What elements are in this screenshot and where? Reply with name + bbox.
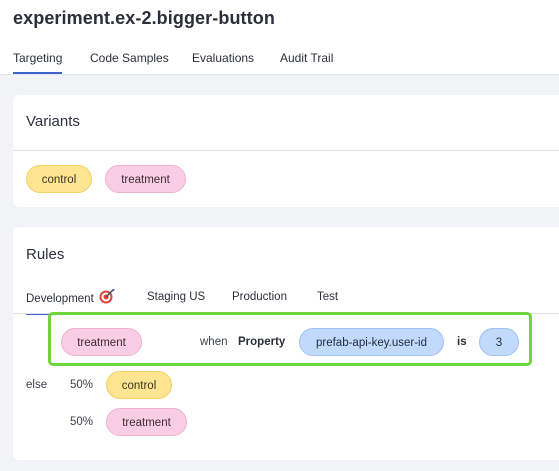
env-tab-staging-us[interactable]: Staging US [147,291,205,303]
rule-property-pill[interactable]: prefab-api-key.user-id [299,328,444,356]
else-label: else [26,379,48,391]
variants-title: Variants [26,113,80,130]
page-title: experiment.ex-2.bigger-button [13,8,275,28]
tab-code-samples[interactable]: Code Samples [90,51,169,65]
rule-property-label: Property [238,336,286,348]
else-split-percent-1: 50% [70,379,94,391]
rule-variant-pill[interactable]: treatment [61,328,142,356]
variant-pill-control[interactable]: control [26,165,92,193]
variants-card: Variants control treatment [13,95,559,207]
else-split-variant-treatment[interactable]: treatment [106,408,187,436]
tab-targeting[interactable]: Targeting [13,51,63,74]
page-header: experiment.ex-2.bigger-button Targeting … [0,0,559,75]
rule-value-pill[interactable]: 3 [479,328,519,356]
target-icon [98,288,116,307]
env-tab-development[interactable]: Development [26,288,116,315]
env-tab-production[interactable]: Production [232,291,287,303]
variants-divider [13,150,559,151]
rules-card: Rules Development Staging US Production … [13,227,559,460]
variant-pill-treatment[interactable]: treatment [105,165,186,193]
rule-when-label: when [200,336,228,348]
else-split-percent-2: 50% [70,416,94,428]
env-tab-test[interactable]: Test [317,291,338,303]
rules-title: Rules [26,246,65,263]
rule-operator-label: is [457,336,467,348]
env-tab-development-label: Development [26,293,94,306]
else-split-variant-control[interactable]: control [106,371,172,399]
tab-evaluations[interactable]: Evaluations [192,51,254,65]
tab-audit-trail[interactable]: Audit Trail [280,51,333,65]
